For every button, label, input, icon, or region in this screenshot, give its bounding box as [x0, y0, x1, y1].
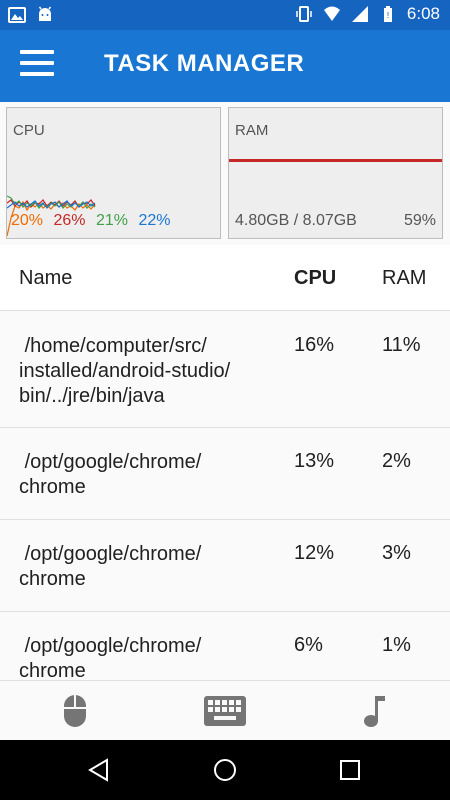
- process-ram: 11%: [382, 334, 421, 356]
- column-header-name[interactable]: Name: [19, 267, 72, 290]
- process-ram: 3%: [382, 542, 411, 564]
- table-header: Name CPU RAM: [0, 245, 450, 311]
- cpu-core-4-value: 22%: [138, 212, 171, 229]
- system-nav-bar: [0, 740, 450, 800]
- recents-icon[interactable]: [334, 754, 366, 786]
- process-ram: 1%: [382, 634, 411, 656]
- process-name: /opt/google/chrome/ chrome: [19, 543, 202, 590]
- tab-music[interactable]: [300, 681, 450, 741]
- keyboard-icon: [204, 696, 246, 726]
- cpu-core-1-value: 20%: [11, 212, 44, 229]
- ram-used-text: 4.80GB / 8.07GB: [235, 212, 357, 229]
- android-icon: [38, 6, 52, 21]
- process-name: /opt/google/chrome/ chrome: [19, 635, 202, 680]
- process-ram: 2%: [382, 450, 411, 472]
- signal-icon: [351, 6, 368, 22]
- ram-percent-text: 59%: [403, 212, 436, 229]
- cpu-core-values: 20% 26% 21% 22%: [11, 212, 176, 230]
- vibrate-icon: [296, 6, 312, 22]
- column-header-cpu[interactable]: CPU: [294, 267, 336, 290]
- svg-text:!: !: [386, 11, 389, 20]
- process-row[interactable]: /opt/google/chrome/ chrome 13% 2%: [0, 428, 450, 520]
- cpu-core-2-value: 26%: [53, 212, 86, 229]
- process-row[interactable]: /opt/google/chrome/ chrome 12% 3%: [0, 520, 450, 612]
- process-row[interactable]: /home/computer/src/ installed/android-st…: [0, 312, 450, 428]
- process-cpu: 6%: [294, 634, 323, 656]
- page-title: TASK MANAGER: [104, 50, 305, 77]
- tab-keyboard[interactable]: [150, 681, 300, 741]
- music-note-icon: [364, 696, 385, 727]
- monitor-area: CPU 20% 26% 21% 22% RAM 4.80GB / 8.07GB …: [0, 102, 450, 245]
- column-header-ram[interactable]: RAM: [382, 267, 426, 290]
- process-name: /home/computer/src/ installed/android-st…: [19, 335, 231, 407]
- process-cpu: 13%: [294, 450, 335, 472]
- image-icon: [8, 7, 26, 23]
- status-time: 6:08: [406, 4, 440, 23]
- tab-mouse[interactable]: [0, 681, 150, 741]
- process-cpu: 12%: [294, 542, 335, 564]
- hamburger-menu-icon[interactable]: [20, 50, 64, 86]
- process-list[interactable]: /home/computer/src/ installed/android-st…: [0, 312, 450, 680]
- battery-icon: !: [383, 6, 392, 22]
- cpu-core-3-value: 21%: [95, 212, 128, 229]
- cpu-monitor[interactable]: CPU 20% 26% 21% 22%: [6, 107, 221, 239]
- ram-graph-line: [229, 159, 442, 162]
- mouse-icon: [64, 695, 86, 727]
- ram-monitor[interactable]: RAM 4.80GB / 8.07GB 59%: [228, 107, 443, 239]
- process-row[interactable]: /opt/google/chrome/ chrome 6% 1%: [0, 612, 450, 680]
- ram-monitor-label: RAM: [235, 122, 269, 139]
- app-bar: TASK MANAGER: [0, 30, 450, 102]
- back-icon[interactable]: [83, 754, 115, 786]
- wifi-icon: [323, 6, 340, 21]
- process-cpu: 16%: [294, 334, 335, 356]
- bottom-tab-bar: [0, 680, 450, 740]
- process-name: /opt/google/chrome/ chrome: [19, 451, 202, 498]
- home-icon[interactable]: [209, 754, 241, 786]
- status-bar: ! 6:08: [0, 0, 450, 30]
